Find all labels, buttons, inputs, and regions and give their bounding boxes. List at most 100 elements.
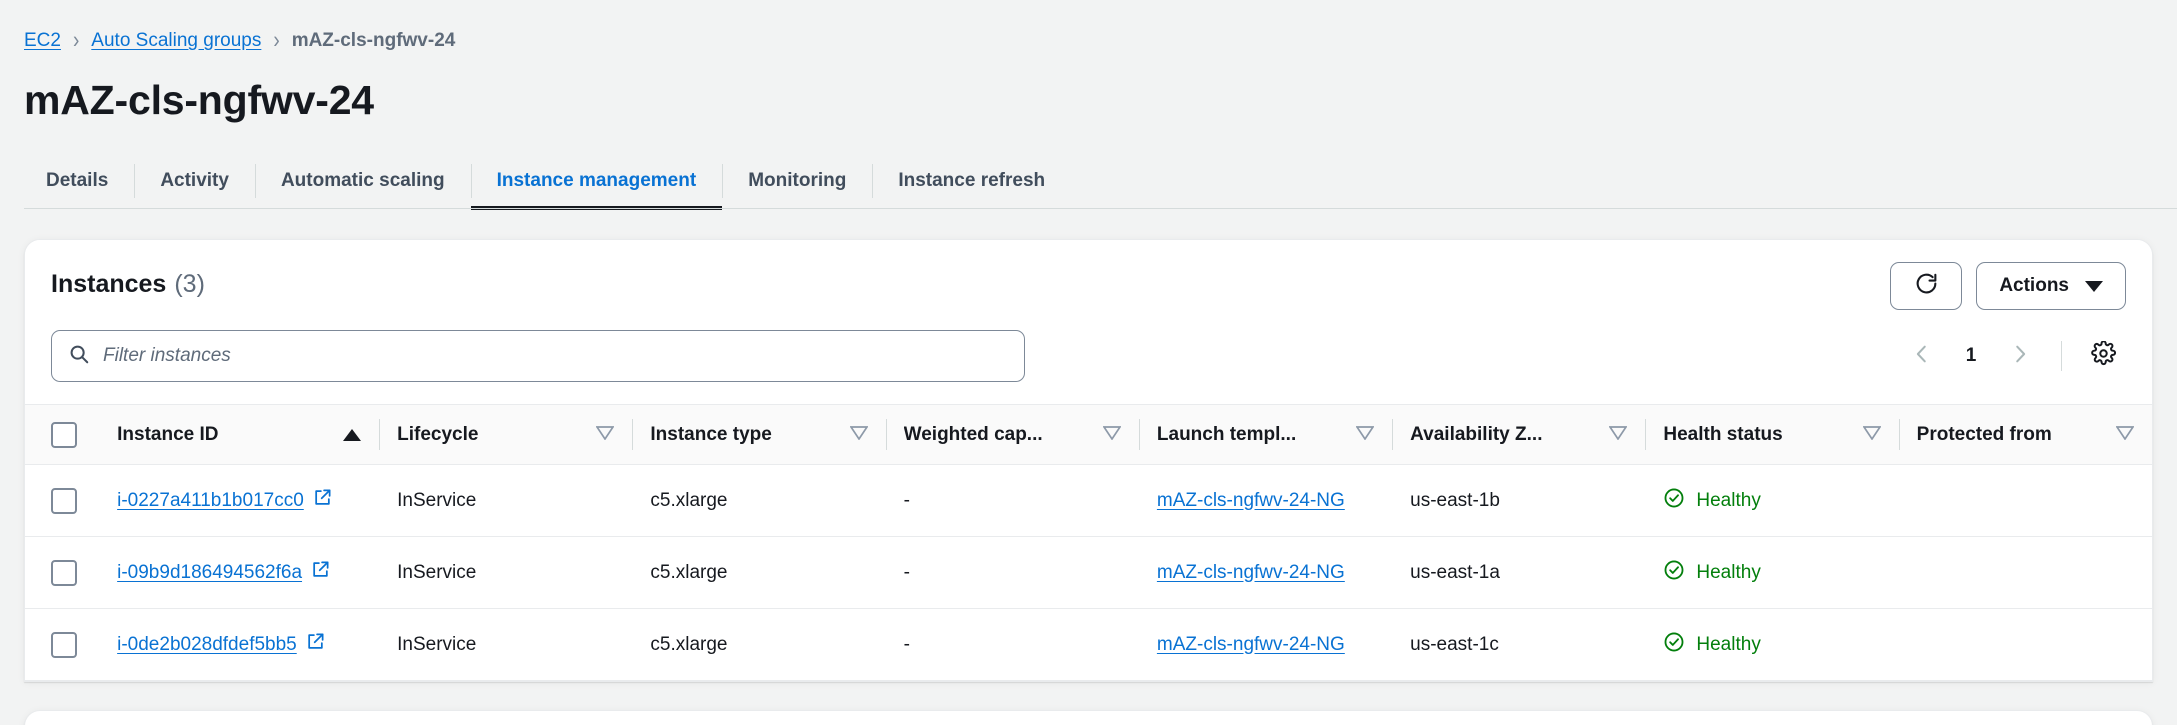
breadcrumb-item-ec2[interactable]: EC2	[24, 30, 61, 52]
pagination-divider	[2061, 341, 2062, 372]
search-box[interactable]	[51, 330, 1025, 383]
instance-id-link[interactable]: i-0227a411b1b017cc0	[117, 488, 332, 513]
cell-lifecycle: InService	[379, 608, 633, 682]
check-circle-icon	[1663, 559, 1685, 587]
column-header-instance-type[interactable]: Instance type	[632, 404, 886, 466]
tab-label: Monitoring	[748, 170, 847, 192]
status-badge: Healthy	[1663, 631, 1761, 659]
status-badge: Healthy	[1663, 487, 1761, 515]
cell-instance-id: i-09b9d186494562f6a	[99, 536, 380, 610]
launch-template-link[interactable]: mAZ-cls-ngfwv-24-NG	[1157, 490, 1345, 512]
tab-automatic-scaling[interactable]: Automatic scaling	[254, 153, 471, 209]
column-header-weighted-capacity[interactable]: Weighted cap...	[885, 404, 1139, 466]
actions-button[interactable]: Actions	[1976, 262, 2126, 311]
cell-availability-zone: us-east-1c	[1392, 608, 1646, 682]
page-root: EC2 › Auto Scaling groups › mAZ-cls-ngfw…	[0, 0, 2177, 725]
health-status-text: Healthy	[1696, 561, 1761, 583]
cell-health-status: Healthy	[1645, 464, 1899, 538]
breadcrumb-separator-icon: ›	[72, 27, 80, 54]
pagination-prev-button[interactable]	[1899, 333, 1945, 379]
tab-monitoring[interactable]: Monitoring	[722, 153, 872, 209]
column-header-availability-zone[interactable]: Availability Z...	[1392, 404, 1646, 466]
instance-id-text: i-0227a411b1b017cc0	[117, 489, 304, 511]
next-panel-top-edge	[24, 710, 2153, 725]
breadcrumb-item-current: mAZ-cls-ngfwv-24	[291, 30, 456, 51]
column-header-lifecycle[interactable]: Lifecycle	[379, 404, 633, 466]
tab-instance-management[interactable]: Instance management	[470, 153, 723, 211]
cell-instance-type: c5.xlarge	[632, 608, 886, 682]
row-checkbox[interactable]	[51, 559, 77, 586]
tab-instance-refresh[interactable]: Instance refresh	[872, 153, 1071, 209]
cell-weighted-capacity: -	[885, 608, 1139, 682]
instance-id-text: i-0de2b028dfdef5bb5	[117, 633, 297, 655]
column-label: Protected from	[1916, 423, 2052, 445]
tab-label: Activity	[160, 170, 229, 192]
table-preferences-button[interactable]	[2080, 333, 2126, 379]
column-header-protected-from[interactable]: Protected from	[1898, 404, 2152, 466]
breadcrumb: EC2 › Auto Scaling groups › mAZ-cls-ngfw…	[0, 0, 2177, 54]
table-row[interactable]: i-0227a411b1b017cc0 InService c5.xlarge …	[25, 464, 2152, 538]
pagination-page-1[interactable]: 1	[1951, 336, 1991, 376]
tab-label: Instance management	[496, 170, 697, 192]
refresh-button[interactable]	[1890, 262, 1963, 311]
column-header-health-status[interactable]: Health status	[1645, 404, 1899, 466]
tab-label: Automatic scaling	[280, 170, 445, 192]
panel-count: (3)	[174, 270, 205, 299]
search-input[interactable]	[103, 345, 1008, 368]
panel-title: Instances (3)	[51, 262, 205, 299]
row-select-cell	[25, 536, 100, 610]
cell-protected-from	[1898, 464, 2152, 538]
panel-title-text: Instances	[51, 270, 167, 299]
instances-panel: Instances (3) Actions Filter instances 1…	[24, 239, 2153, 683]
external-link-icon	[311, 560, 330, 585]
breadcrumb-separator-icon: ›	[273, 27, 280, 54]
row-checkbox[interactable]	[51, 631, 77, 658]
instance-id-link[interactable]: i-0de2b028dfdef5bb5	[117, 632, 325, 657]
cell-health-status: Healthy	[1645, 536, 1899, 610]
sort-icon	[2115, 424, 2135, 446]
row-select-cell	[25, 608, 100, 682]
row-checkbox[interactable]	[51, 487, 77, 514]
select-all-checkbox[interactable]	[51, 421, 77, 448]
sort-icon	[849, 424, 869, 446]
instance-id-link[interactable]: i-09b9d186494562f6a	[117, 560, 330, 585]
check-circle-icon	[1663, 487, 1685, 515]
actions-button-label: Actions	[1999, 275, 2069, 297]
health-status-text: Healthy	[1696, 489, 1761, 511]
column-label: Instance type	[650, 423, 772, 445]
column-header-launch-template[interactable]: Launch templ...	[1138, 404, 1393, 466]
cell-weighted-capacity: -	[885, 464, 1139, 538]
chevron-down-icon	[2085, 280, 2103, 292]
instances-panel-header: Instances (3) Actions	[25, 240, 2152, 311]
select-all-header	[25, 404, 100, 466]
column-header-instance-id[interactable]: Instance ID	[99, 404, 380, 466]
cell-launch-template: mAZ-cls-ngfwv-24-NG	[1138, 464, 1393, 538]
status-badge: Healthy	[1663, 559, 1761, 587]
external-link-icon	[306, 632, 325, 657]
instances-table: Instance ID Lifecycle Instance type Weig…	[25, 404, 2152, 682]
column-label: Health status	[1663, 423, 1783, 445]
tab-details[interactable]: Details	[24, 153, 134, 209]
column-label: Launch templ...	[1156, 423, 1297, 445]
page-title: mAZ-cls-ngfwv-24	[24, 77, 374, 123]
tab-activity[interactable]: Activity	[134, 153, 255, 209]
cell-protected-from	[1898, 536, 2152, 610]
cell-availability-zone: us-east-1b	[1392, 464, 1646, 538]
launch-template-link[interactable]: mAZ-cls-ngfwv-24-NG	[1157, 634, 1345, 656]
cell-launch-template: mAZ-cls-ngfwv-24-NG	[1138, 608, 1393, 682]
table-row[interactable]: i-09b9d186494562f6a InService c5.xlarge …	[25, 536, 2152, 610]
sort-icon	[1608, 424, 1628, 446]
table-row[interactable]: i-0de2b028dfdef5bb5 InService c5.xlarge …	[25, 608, 2152, 682]
sort-icon	[1102, 424, 1122, 446]
sort-icon	[1862, 424, 1882, 446]
pagination-next-button[interactable]	[1997, 333, 2043, 379]
breadcrumb-item-auto-scaling-groups[interactable]: Auto Scaling groups	[91, 30, 261, 52]
chevron-right-icon	[2009, 343, 2031, 370]
chevron-left-icon	[1911, 343, 1933, 370]
sort-icon	[1355, 424, 1375, 446]
cell-availability-zone: us-east-1a	[1392, 536, 1646, 610]
table-header-row: Instance ID Lifecycle Instance type Weig…	[25, 404, 2152, 466]
launch-template-link[interactable]: mAZ-cls-ngfwv-24-NG	[1157, 562, 1345, 584]
cell-protected-from	[1898, 608, 2152, 682]
health-status-text: Healthy	[1696, 633, 1761, 655]
